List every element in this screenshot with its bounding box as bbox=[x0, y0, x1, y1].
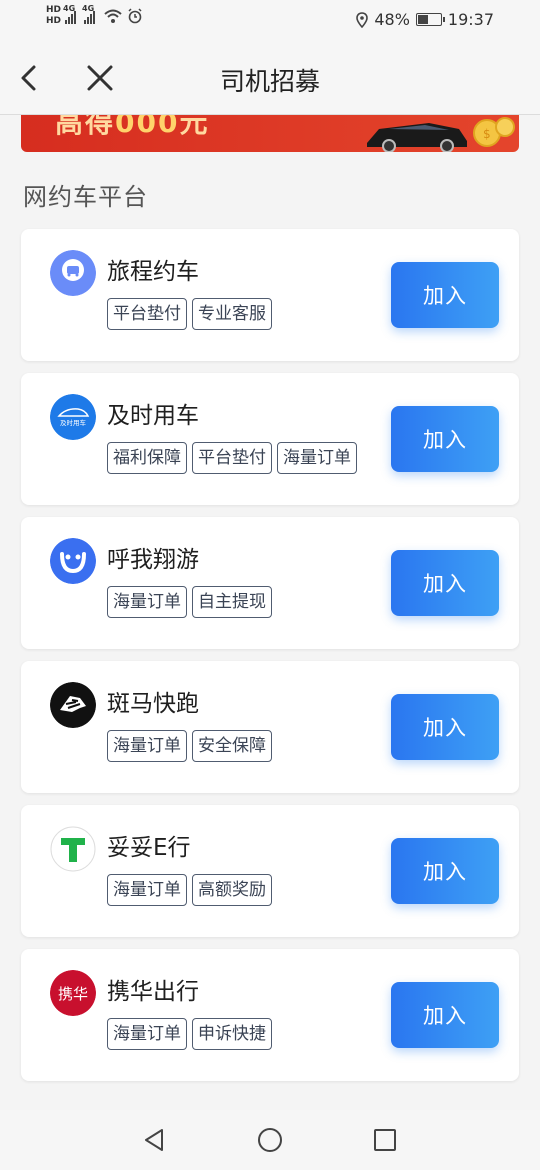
feature-tag: 自主提现 bbox=[192, 586, 272, 618]
platform-name: 妥妥E行 bbox=[107, 835, 191, 861]
join-button[interactable]: 加入 bbox=[391, 838, 499, 904]
banner-prefix: 高得 bbox=[55, 115, 116, 139]
hd-indicator: HD bbox=[46, 5, 62, 15]
platform-card: 斑马快跑海量订单 安全保障 加入 bbox=[21, 661, 519, 793]
tag-list: 海量订单 自主提现 bbox=[107, 586, 272, 618]
platform-name: 呼我翔游 bbox=[107, 547, 199, 573]
feature-tag: 平台垫付 bbox=[107, 298, 187, 330]
car-illustration-icon: $ bbox=[367, 117, 515, 152]
feature-tag: 专业客服 bbox=[192, 298, 272, 330]
svg-text:携华: 携华 bbox=[58, 985, 88, 1003]
promo-banner[interactable]: 高得000元 $ bbox=[21, 115, 519, 152]
join-button[interactable]: 加入 bbox=[391, 406, 499, 472]
battery-percent: 48% bbox=[374, 10, 410, 29]
feature-tag: 高额奖励 bbox=[192, 874, 272, 906]
platform-list: 旅程约车 平台垫付 专业客服 加入 及时用车 及时用车 福利保障 平台垫付 海量订单 加入 呼我翔游… bbox=[21, 229, 519, 1093]
platform-name: 斑马快跑 bbox=[107, 691, 199, 717]
t-letter-icon bbox=[50, 826, 96, 872]
join-button[interactable]: 加入 bbox=[391, 694, 499, 760]
car-pin-icon bbox=[50, 250, 96, 296]
back-triangle-icon[interactable] bbox=[140, 1126, 168, 1154]
feature-tag: 海量订单 bbox=[107, 1018, 187, 1050]
platform-card: 携华 携华出行海量订单 申诉快捷 加入 bbox=[21, 949, 519, 1081]
tag-list: 海量订单 安全保障 bbox=[107, 730, 272, 762]
tag-list: 海量订单 申诉快捷 bbox=[107, 1018, 272, 1050]
feature-tag: 平台垫付 bbox=[192, 442, 272, 474]
signal-icon: 4G bbox=[82, 4, 96, 24]
platform-name: 及时用车 bbox=[107, 403, 199, 429]
banner-text: 高得000元 bbox=[55, 115, 209, 141]
feature-tag: 安全保障 bbox=[192, 730, 272, 762]
feature-tag: 海量订单 bbox=[107, 874, 187, 906]
platform-name: 旅程约车 bbox=[107, 259, 199, 285]
battery-level bbox=[417, 15, 428, 24]
status-left: HD HD 4G 4G bbox=[46, 4, 143, 26]
smile-m-icon bbox=[50, 538, 96, 584]
platform-card: 旅程约车平台垫付 专业客服 加入 bbox=[21, 229, 519, 361]
network-type: 4G bbox=[82, 4, 95, 13]
section-title: 网约车平台 bbox=[23, 183, 148, 211]
status-right: 48% 19:37 bbox=[356, 10, 494, 29]
home-circle-icon[interactable] bbox=[256, 1126, 284, 1154]
hd-indicator: HD bbox=[46, 16, 62, 26]
recents-square-icon[interactable] bbox=[371, 1126, 399, 1154]
status-bar: HD HD 4G 4G 48% 19:37 bbox=[0, 0, 540, 42]
clock: 19:37 bbox=[447, 10, 494, 29]
seal-icon: 携华 bbox=[50, 970, 96, 1016]
signal-icon: 4G bbox=[63, 4, 77, 24]
feature-tag: 海量订单 bbox=[277, 442, 357, 474]
platform-card: 呼我翔游海量订单 自主提现 加入 bbox=[21, 517, 519, 649]
zebra-icon bbox=[50, 682, 96, 728]
join-button[interactable]: 加入 bbox=[391, 982, 499, 1048]
wifi-icon bbox=[104, 9, 122, 23]
platform-card: 妥妥E行海量订单 高额奖励 加入 bbox=[21, 805, 519, 937]
platform-name: 携华出行 bbox=[107, 979, 199, 1005]
nav-bar: 司机招募 bbox=[0, 42, 540, 115]
location-icon bbox=[356, 11, 369, 28]
system-nav-bar bbox=[0, 1110, 540, 1170]
svg-text:$: $ bbox=[483, 127, 491, 141]
alarm-icon bbox=[128, 8, 142, 24]
tag-list: 平台垫付 专业客服 bbox=[107, 298, 272, 330]
feature-tag: 申诉快捷 bbox=[192, 1018, 272, 1050]
svg-text:及时用车: 及时用车 bbox=[60, 418, 87, 427]
battery-icon bbox=[415, 13, 445, 26]
platform-card: 及时用车 及时用车 福利保障 平台垫付 海量订单 加入 bbox=[21, 373, 519, 505]
car-icon: 及时用车 bbox=[50, 394, 96, 440]
banner-suffix: 元 bbox=[179, 115, 210, 139]
join-button[interactable]: 加入 bbox=[391, 550, 499, 616]
join-button[interactable]: 加入 bbox=[391, 262, 499, 328]
network-type: 4G bbox=[63, 4, 76, 13]
tag-list: 海量订单 高额奖励 bbox=[107, 874, 272, 906]
feature-tag: 海量订单 bbox=[107, 586, 187, 618]
banner-amount: 000 bbox=[115, 115, 180, 139]
tag-list: 福利保障 平台垫付 海量订单 bbox=[107, 442, 357, 474]
feature-tag: 海量订单 bbox=[107, 730, 187, 762]
page-title: 司机招募 bbox=[219, 67, 320, 96]
feature-tag: 福利保障 bbox=[107, 442, 187, 474]
